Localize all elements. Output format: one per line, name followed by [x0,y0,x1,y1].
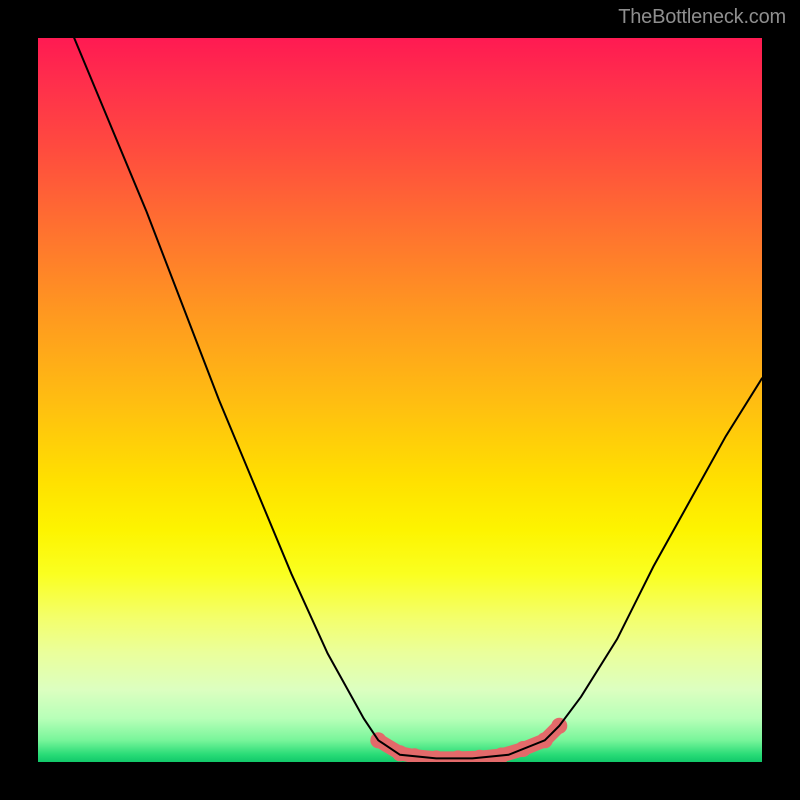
chart-frame: TheBottleneck.com [0,0,800,800]
plot-area [38,38,762,762]
bottleneck-curve [38,38,762,758]
curve-layer [38,38,762,762]
highlight-dot [392,745,408,761]
watermark-label: TheBottleneck.com [618,6,786,29]
